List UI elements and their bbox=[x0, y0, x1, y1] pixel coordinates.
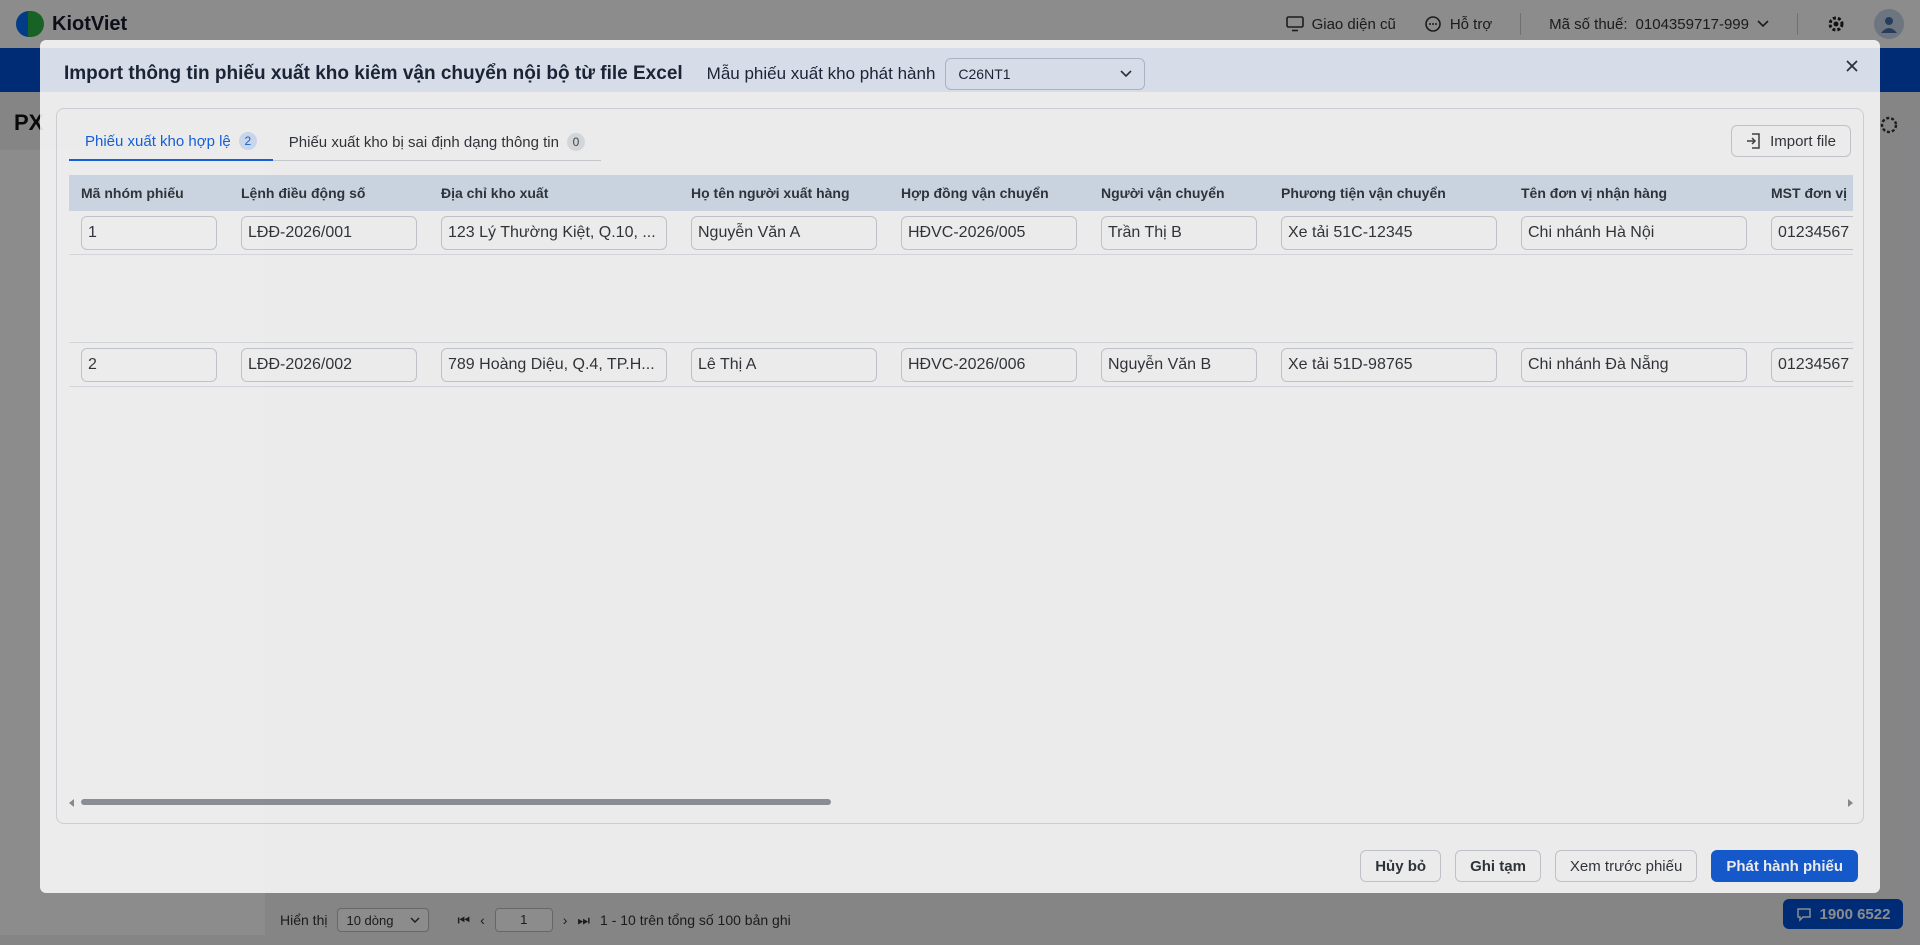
column-header: Tên đơn vị nhận hàng bbox=[1521, 185, 1668, 201]
tab-bar: Phiếu xuất kho hợp lệ 2 Phiếu xuất kho b… bbox=[69, 123, 601, 161]
import-file-label: Import file bbox=[1770, 132, 1836, 150]
template-label: Mẫu phiếu xuất kho phát hành bbox=[706, 64, 936, 83]
save-draft-button[interactable]: Ghi tạm bbox=[1455, 850, 1541, 882]
tab-valid[interactable]: Phiếu xuất kho hợp lệ 2 bbox=[69, 123, 273, 161]
receiver-unit-input[interactable]: Chi nhánh Đà Nẵng bbox=[1521, 347, 1747, 382]
vehicle-input[interactable]: Xe tải 51D-98765 bbox=[1281, 347, 1497, 382]
tab-label: Phiếu xuất kho hợp lệ bbox=[85, 132, 231, 150]
scroll-right-icon[interactable] bbox=[1848, 799, 1853, 807]
column-header: Mã nhóm phiếu bbox=[81, 185, 184, 201]
cancel-button[interactable]: Hủy bỏ bbox=[1360, 850, 1442, 882]
tab-label: Phiếu xuất kho bị sai định dạng thông ti… bbox=[288, 133, 559, 151]
close-button[interactable] bbox=[1840, 54, 1864, 78]
tab-invalid[interactable]: Phiếu xuất kho bị sai định dạng thông ti… bbox=[273, 123, 601, 161]
chevron-down-icon bbox=[1120, 70, 1132, 78]
preview-button[interactable]: Xem trước phiếu bbox=[1554, 850, 1698, 882]
horizontal-scrollbar[interactable] bbox=[69, 797, 1853, 809]
exporter-name-input[interactable]: Lê Thị A bbox=[691, 347, 877, 382]
column-header: Người vận chuyển bbox=[1101, 185, 1225, 201]
count-badge: 2 bbox=[238, 132, 257, 150]
transport-contract-input[interactable]: HĐVC-2026/005 bbox=[901, 215, 1077, 250]
transport-contract-input[interactable]: HĐVC-2026/006 bbox=[901, 347, 1077, 382]
exporter-name-input[interactable]: Nguyễn Văn A bbox=[691, 215, 877, 250]
file-import-icon bbox=[1747, 133, 1760, 149]
vehicle-input[interactable]: Xe tải 51C-12345 bbox=[1281, 215, 1497, 250]
dispatch-order-input[interactable]: LĐĐ-2026/002 bbox=[241, 347, 417, 382]
receiver-unit-input[interactable]: Chi nhánh Hà Nội bbox=[1521, 215, 1747, 250]
template-value: C26NT1 bbox=[958, 66, 1011, 82]
publish-button[interactable]: Phát hành phiếu bbox=[1711, 850, 1858, 882]
column-header: MST đơn vị bbox=[1771, 185, 1848, 201]
group-code-input[interactable]: 1 bbox=[81, 215, 217, 250]
table-row-spacer bbox=[69, 299, 1853, 343]
carrier-input[interactable]: Nguyễn Văn B bbox=[1101, 347, 1257, 382]
table-row: 1 LĐĐ-2026/001 123 Lý Thường Kiệt, Q.10,… bbox=[69, 211, 1853, 255]
column-header: Địa chỉ kho xuất bbox=[441, 185, 549, 201]
scroll-left-icon[interactable] bbox=[69, 799, 74, 807]
column-header: Họ tên người xuất hàng bbox=[691, 185, 850, 201]
carrier-input[interactable]: Trần Thị B bbox=[1101, 215, 1257, 250]
template-select[interactable]: C26NT1 bbox=[945, 58, 1146, 90]
column-header: Hợp đồng vận chuyển bbox=[901, 185, 1049, 201]
modal-footer: Hủy bỏ Ghi tạm Xem trước phiếu Phát hành… bbox=[1360, 850, 1858, 882]
warehouse-address-input[interactable]: 789 Hoàng Diệu, Q.4, TP.H... bbox=[441, 347, 667, 382]
receiver-tax-input[interactable]: 01234567 bbox=[1771, 215, 1853, 250]
data-table: Mã nhóm phiếu Lệnh điều động số Địa chỉ … bbox=[69, 175, 1853, 795]
count-badge: 0 bbox=[566, 133, 585, 151]
table-header: Mã nhóm phiếu Lệnh điều động số Địa chỉ … bbox=[69, 175, 1853, 211]
content-box: Phiếu xuất kho hợp lệ 2 Phiếu xuất kho b… bbox=[56, 108, 1864, 824]
column-header: Phương tiện vận chuyển bbox=[1281, 185, 1446, 201]
modal-title: Import thông tin phiếu xuất kho kiêm vận… bbox=[64, 63, 683, 84]
group-code-input[interactable]: 2 bbox=[81, 347, 217, 382]
dispatch-order-input[interactable]: LĐĐ-2026/001 bbox=[241, 215, 417, 250]
warehouse-address-input[interactable]: 123 Lý Thường Kiệt, Q.10, ... bbox=[441, 215, 667, 250]
scrollbar-thumb[interactable] bbox=[81, 799, 831, 805]
receiver-tax-input[interactable]: 01234567 bbox=[1771, 347, 1853, 382]
close-icon bbox=[1846, 60, 1858, 72]
import-modal: Import thông tin phiếu xuất kho kiêm vận… bbox=[40, 40, 1880, 893]
import-file-button[interactable]: Import file bbox=[1731, 125, 1851, 157]
column-header: Lệnh điều động số bbox=[241, 185, 366, 201]
modal-header: Import thông tin phiếu xuất kho kiêm vận… bbox=[64, 56, 1860, 92]
table-row: 2 LĐĐ-2026/002 789 Hoàng Diệu, Q.4, TP.H… bbox=[69, 343, 1853, 387]
